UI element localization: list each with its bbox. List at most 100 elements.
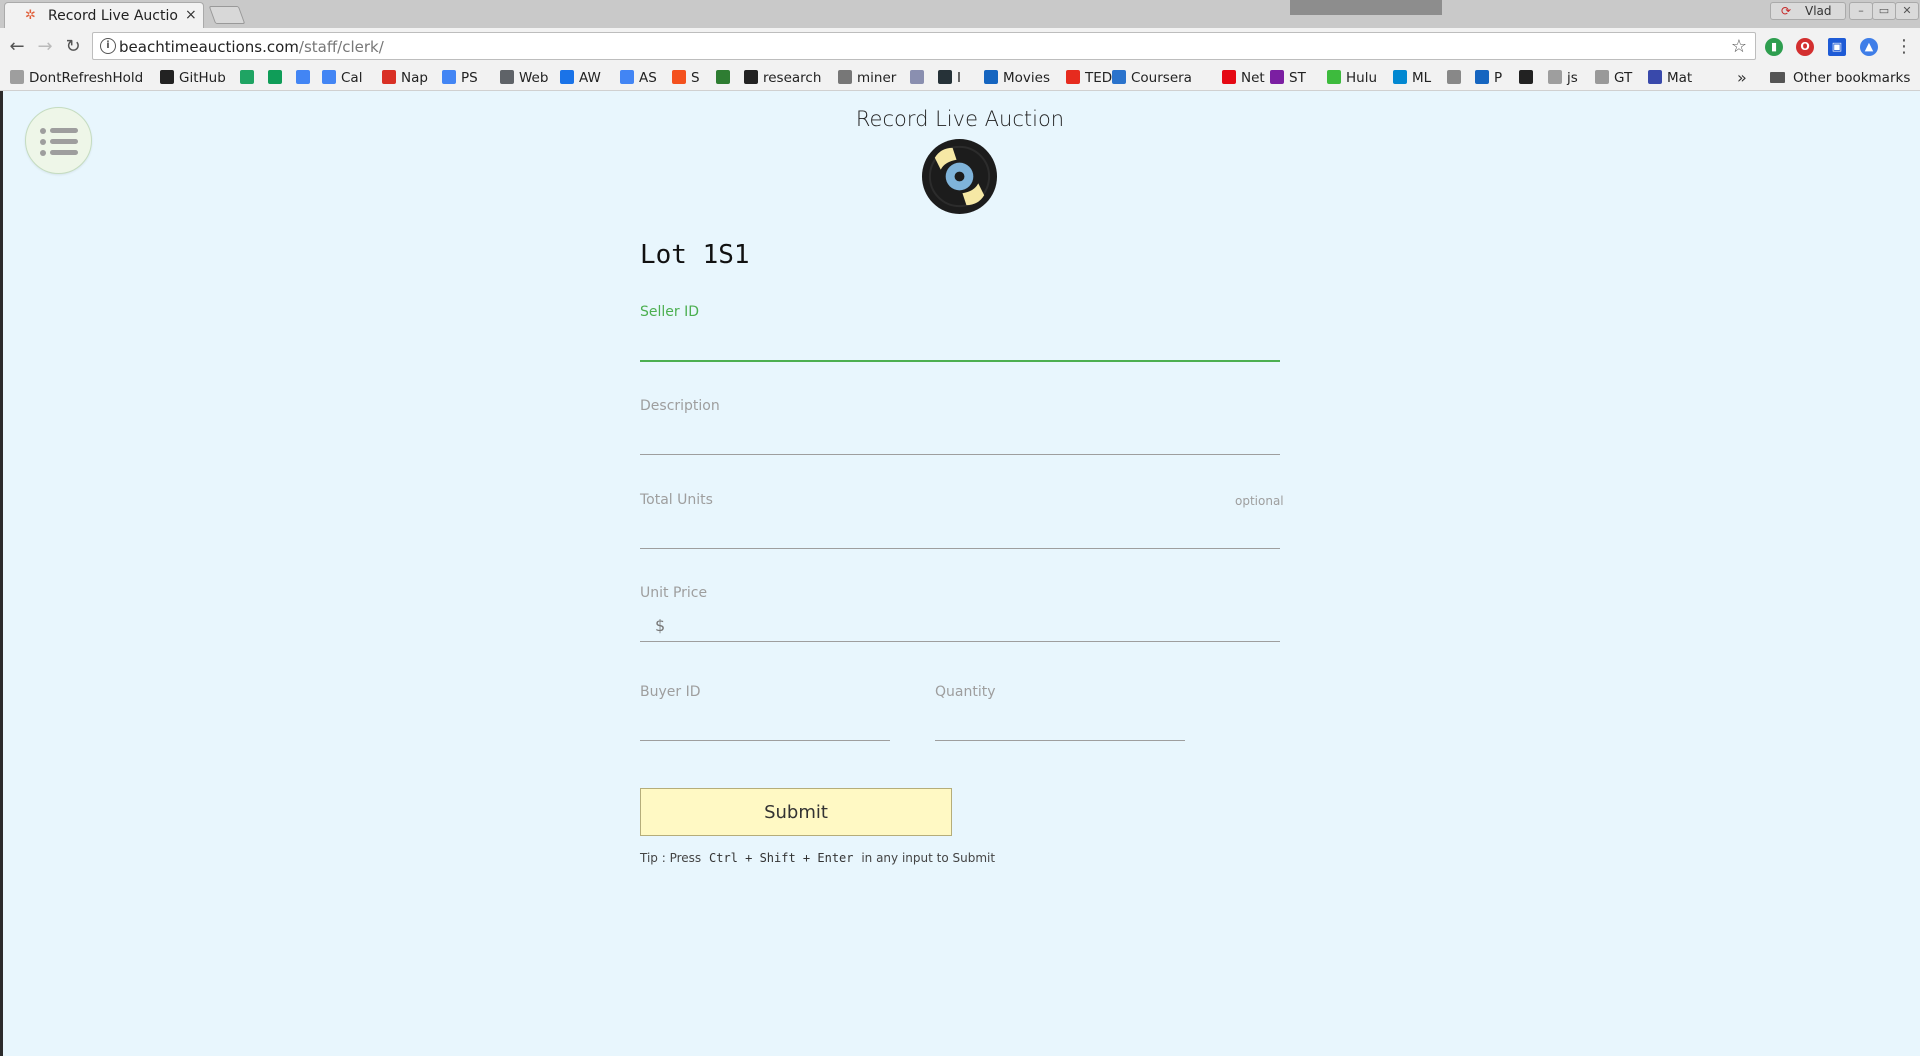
quantity-input[interactable] bbox=[935, 713, 1185, 741]
forward-arrow-icon[interactable]: → bbox=[34, 36, 56, 58]
extension-green-icon[interactable]: ▮ bbox=[1765, 38, 1783, 56]
google-sheets-icon bbox=[268, 70, 282, 84]
seller-id-input[interactable] bbox=[640, 334, 1280, 362]
back-arrow-icon[interactable]: ← bbox=[6, 36, 28, 58]
google-icon bbox=[620, 70, 634, 84]
bookmark-item[interactable]: I bbox=[938, 70, 961, 86]
bookmark-item[interactable] bbox=[1447, 70, 1466, 86]
tab-close-icon[interactable]: × bbox=[185, 7, 197, 23]
orange-circle-icon bbox=[672, 70, 686, 84]
profile-icon: ⟳ bbox=[1781, 4, 1792, 18]
bookmark-item[interactable] bbox=[296, 70, 315, 86]
google-drive-icon bbox=[240, 70, 254, 84]
bookmark-item[interactable]: Net bbox=[1222, 70, 1265, 86]
unit-price-input[interactable] bbox=[640, 614, 1280, 642]
bookmark-label: Mat bbox=[1667, 70, 1693, 86]
z-icon bbox=[1519, 70, 1533, 84]
new-tab-button[interactable] bbox=[208, 6, 246, 24]
bookmark-item[interactable]: Cal bbox=[322, 70, 362, 86]
bookmark-item[interactable] bbox=[1519, 70, 1538, 86]
app-title: Record Live Auction bbox=[855, 107, 1065, 131]
bookmark-item[interactable]: GitHub bbox=[160, 70, 226, 86]
bookmark-label: S bbox=[691, 70, 700, 86]
bookmark-item[interactable]: S bbox=[672, 70, 700, 86]
graduation-cap-icon[interactable]: ▲ bbox=[1860, 38, 1878, 56]
bookmark-label: DontRefreshHold bbox=[29, 70, 144, 86]
ted-icon bbox=[1066, 70, 1080, 84]
bookmark-item[interactable]: Hulu bbox=[1327, 70, 1377, 86]
tip-shortcut: Ctrl + Shift + Enter bbox=[709, 851, 854, 865]
bookmark-item[interactable]: PS bbox=[442, 70, 478, 86]
netflix-icon bbox=[1222, 70, 1236, 84]
bookmark-item[interactable] bbox=[240, 70, 259, 86]
movie-icon bbox=[984, 70, 998, 84]
tab-title: Record Live Auction bbox=[48, 8, 178, 24]
bookmark-label: Movies bbox=[1003, 70, 1050, 86]
vinyl-record-logo-icon bbox=[921, 138, 998, 215]
bookmark-star-icon[interactable]: ☆ bbox=[1731, 36, 1747, 57]
window-close-button[interactable]: ✕ bbox=[1895, 2, 1919, 20]
buyer-id-label: Buyer ID bbox=[640, 684, 701, 700]
bookmark-label: Net bbox=[1241, 70, 1265, 86]
submit-button[interactable]: Submit bbox=[640, 788, 952, 836]
lot-title: Lot 1S1 bbox=[640, 240, 750, 270]
bookmark-label: Web bbox=[519, 70, 549, 86]
opera-extension-icon[interactable]: O bbox=[1796, 38, 1814, 56]
bookmark-item[interactable] bbox=[268, 70, 287, 86]
list-icon bbox=[40, 128, 46, 134]
bookmark-item[interactable]: P bbox=[1475, 70, 1502, 86]
extension-blue-icon[interactable]: ▣ bbox=[1828, 38, 1846, 56]
bookmark-item[interactable]: js bbox=[1548, 70, 1578, 86]
bookmark-item[interactable]: GT bbox=[1595, 70, 1632, 86]
bookmark-label: PS bbox=[461, 70, 478, 86]
restore-button[interactable]: ▭ bbox=[1872, 2, 1896, 20]
web-icon bbox=[500, 70, 514, 84]
calendar-icon bbox=[322, 70, 336, 84]
bookmark-label: ML bbox=[1412, 70, 1432, 86]
total-units-label: Total Units bbox=[640, 492, 713, 508]
auction-favicon-icon: ✲ bbox=[25, 8, 36, 23]
description-input[interactable] bbox=[640, 427, 1280, 455]
bookmark-label: GitHub bbox=[179, 70, 226, 86]
buyer-id-input[interactable] bbox=[640, 713, 890, 741]
adwords-icon bbox=[560, 70, 574, 84]
k-icon bbox=[1393, 70, 1407, 84]
browser-tab[interactable]: ✲ Record Live Auction × bbox=[4, 2, 204, 28]
chrome-menu-icon[interactable]: ⋮ bbox=[1895, 36, 1913, 57]
bookmark-item[interactable]: TED bbox=[1066, 70, 1112, 86]
profile-button[interactable]: ⟳ Vlad bbox=[1770, 2, 1846, 20]
bookmark-item[interactable]: Mat bbox=[1648, 70, 1692, 86]
address-bar[interactable]: i beachtimeauctions.com/staff/clerk/ ☆ bbox=[92, 32, 1756, 60]
circle-icon bbox=[910, 70, 924, 84]
bookmark-item[interactable] bbox=[910, 70, 929, 86]
shield-icon bbox=[1648, 70, 1662, 84]
page-left-border bbox=[0, 91, 3, 1056]
bookmark-item[interactable]: Movies bbox=[984, 70, 1050, 86]
bookmark-label: Nap bbox=[401, 70, 428, 86]
bookmark-item[interactable]: AW bbox=[560, 70, 601, 86]
bookmark-item[interactable]: DontRefreshHold bbox=[10, 70, 143, 86]
bookmark-label: AW bbox=[579, 70, 601, 86]
total-units-input[interactable] bbox=[640, 521, 1280, 549]
reload-icon[interactable]: ↻ bbox=[62, 36, 84, 58]
bookmark-item[interactable]: AS bbox=[620, 70, 657, 86]
bookmark-item[interactable]: ML bbox=[1393, 70, 1431, 86]
bookmarks-overflow-button[interactable]: » bbox=[1737, 68, 1747, 87]
info-icon[interactable]: i bbox=[100, 38, 116, 54]
bookmark-item[interactable]: Web bbox=[500, 70, 548, 86]
bookmark-item[interactable]: Nap bbox=[382, 70, 428, 86]
bookmark-item[interactable]: miner bbox=[838, 70, 896, 86]
page-icon bbox=[1548, 70, 1562, 84]
quantity-label: Quantity bbox=[935, 684, 996, 700]
bookmark-item[interactable]: ST bbox=[1270, 70, 1306, 86]
bookmark-item[interactable] bbox=[716, 70, 735, 86]
paypal-icon bbox=[1475, 70, 1489, 84]
menu-button[interactable] bbox=[25, 107, 92, 174]
other-bookmarks-folder[interactable]: Other bookmarks bbox=[1770, 70, 1910, 86]
bookmark-item[interactable]: Coursera bbox=[1112, 70, 1192, 86]
bookmark-item[interactable]: research bbox=[744, 70, 821, 86]
google-icon bbox=[442, 70, 456, 84]
minimize-button[interactable]: – bbox=[1849, 2, 1873, 20]
dash-icon bbox=[1595, 70, 1609, 84]
bookmark-label: Cal bbox=[341, 70, 363, 86]
